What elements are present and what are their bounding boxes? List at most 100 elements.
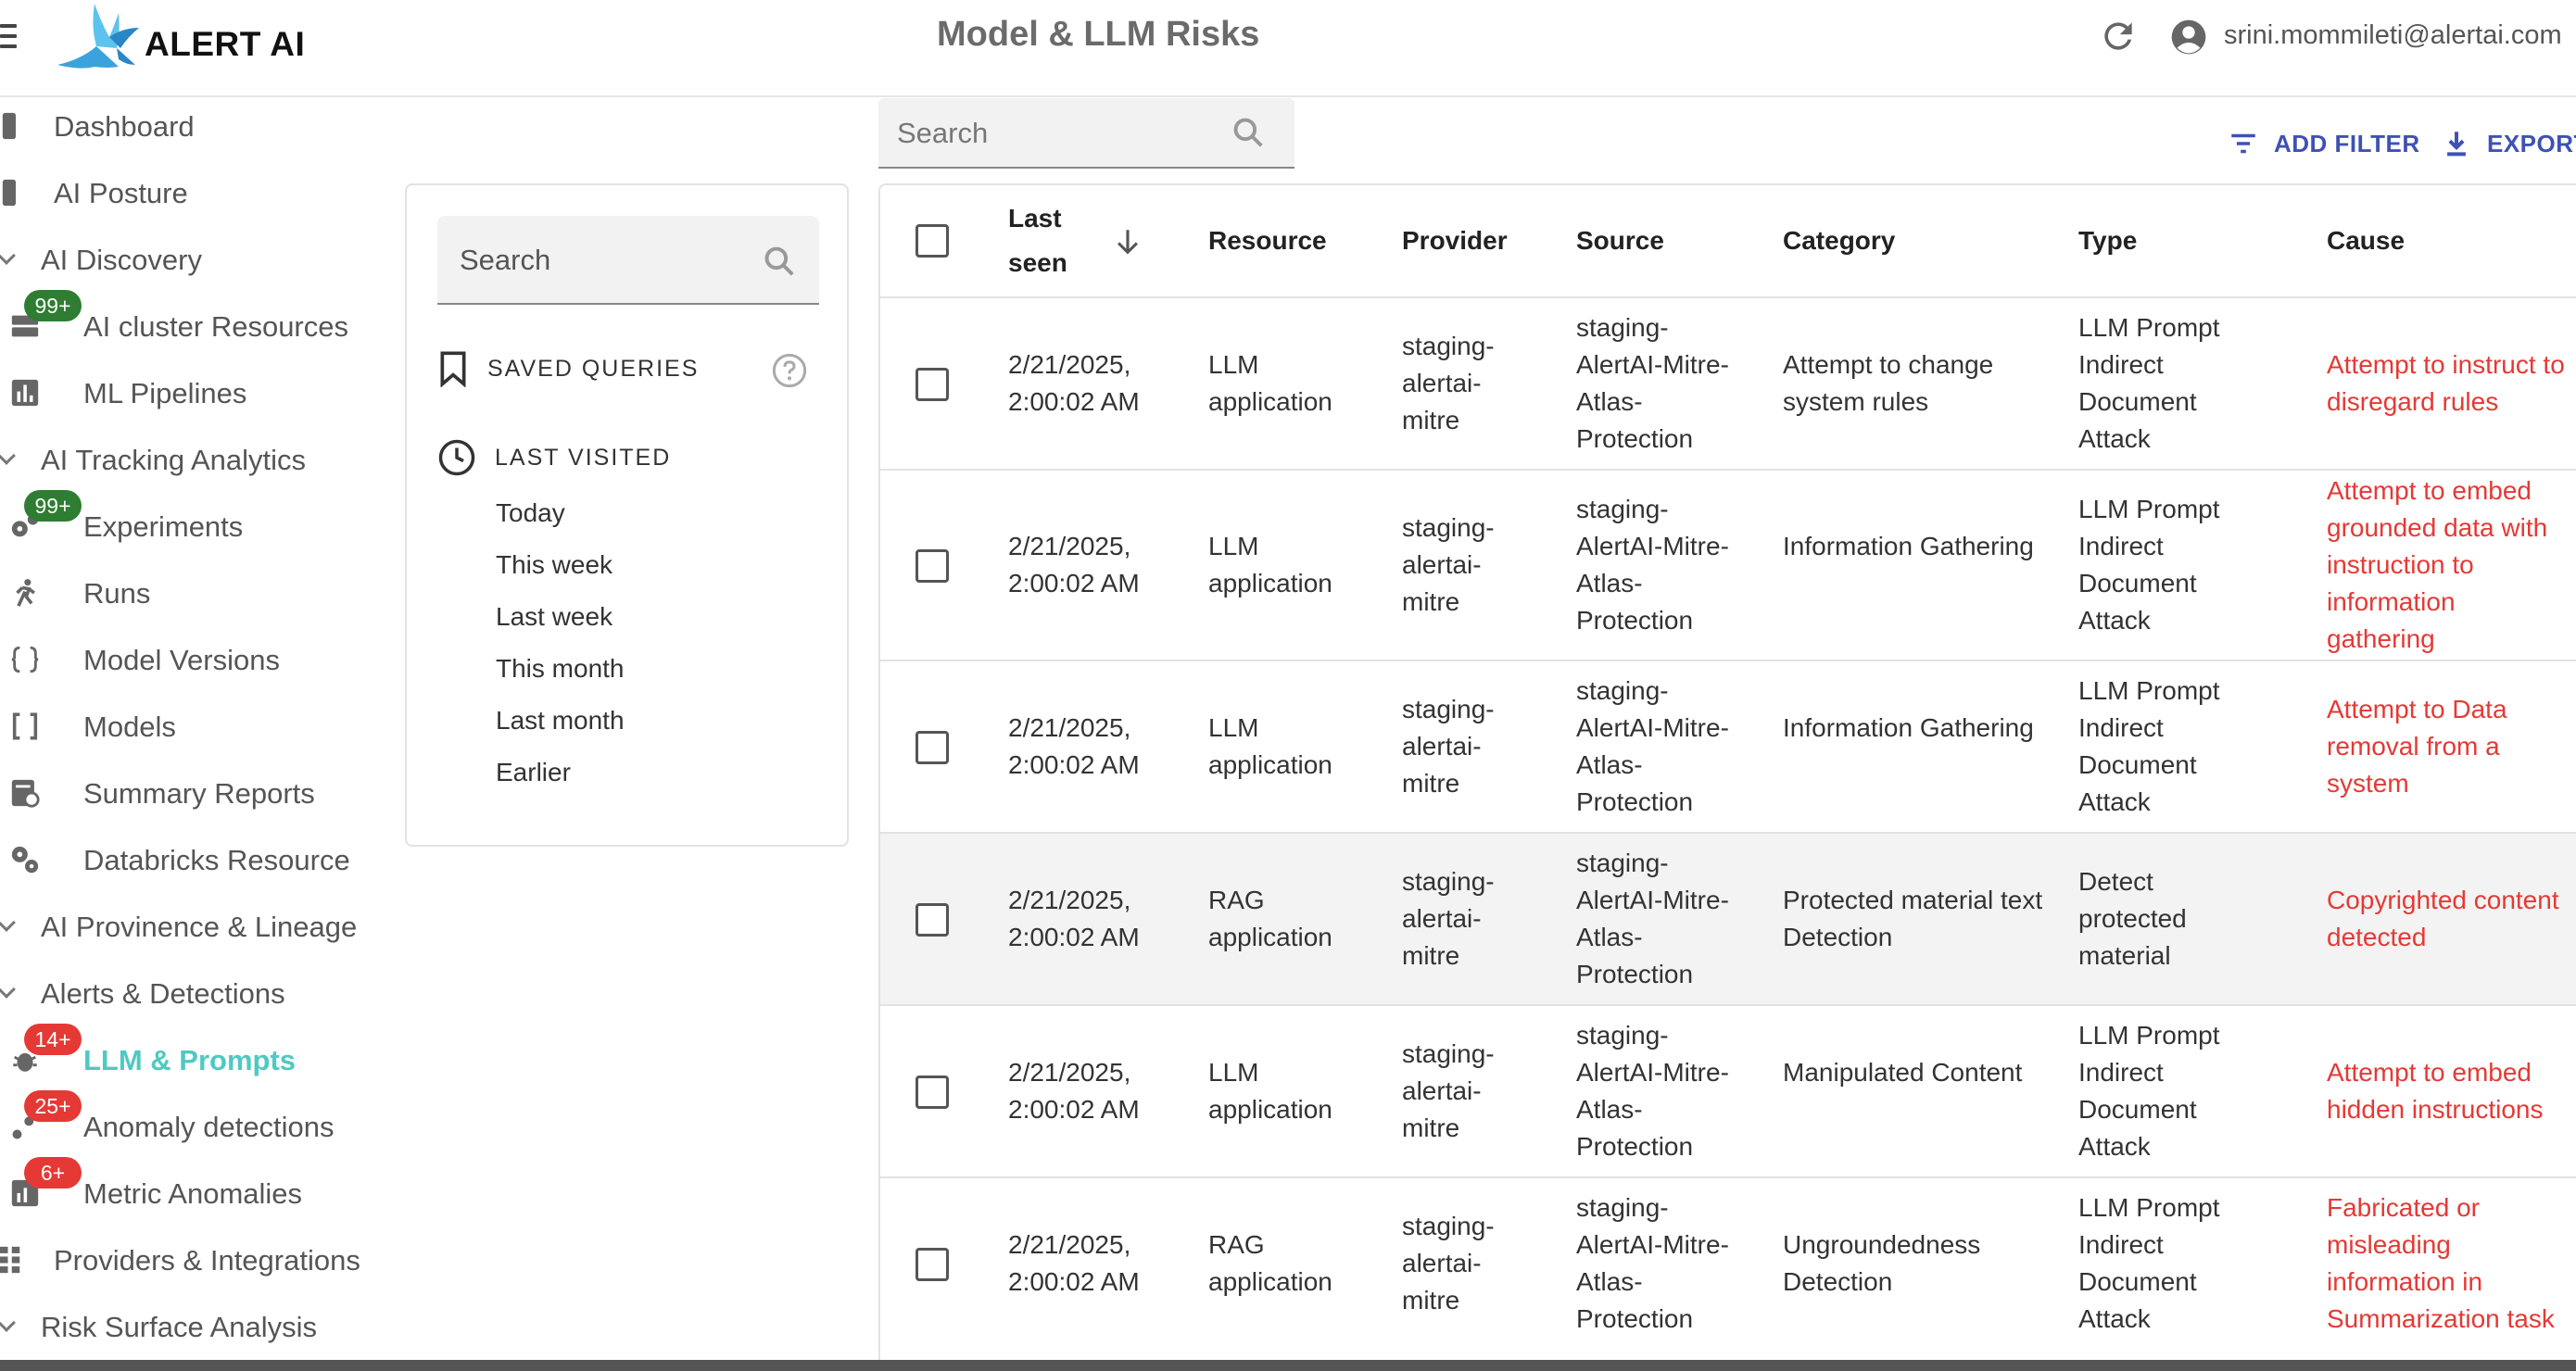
bookmark-icon — [440, 351, 466, 387]
posture-icon — [2, 179, 17, 207]
column-header-type[interactable]: Type — [2078, 219, 2301, 263]
arrow-down-icon[interactable] — [1112, 226, 1143, 258]
sidebar-item-label: LLM & Prompts — [83, 1044, 297, 1076]
notification-badge: 6+ — [24, 1157, 82, 1189]
page-title: Model & LLM Risks — [937, 15, 1260, 54]
row-checkbox[interactable] — [915, 903, 949, 937]
row-checkbox[interactable] — [915, 1075, 949, 1109]
period-last-month[interactable]: Last month — [496, 706, 625, 736]
table-row[interactable]: 2/21/2025, 2:00:02 AM LLM application st… — [880, 661, 2576, 834]
sidebar-item-label: AI Discovery — [41, 244, 202, 276]
table-row[interactable]: 2/21/2025, 2:00:02 AM LLM application st… — [880, 298, 2576, 471]
select-all-checkbox[interactable] — [915, 224, 949, 258]
notification-badge: 14+ — [24, 1024, 82, 1055]
chevron-down-icon — [0, 447, 16, 465]
period-today[interactable]: Today — [496, 498, 565, 528]
cell-source: staging-AlertAI-Mitre-Atlas-Protection — [1576, 313, 1729, 453]
table-row[interactable]: 2/21/2025, 2:00:02 AM LLM application st… — [880, 471, 2576, 661]
cell-last-seen: 2/21/2025, 2:00:02 AM — [1008, 532, 1140, 597]
chevron-down-icon — [0, 913, 16, 932]
cell-cause: Attempt to Data removal from a system — [2327, 695, 2507, 798]
period-this-month[interactable]: This month — [496, 654, 625, 684]
column-header-source[interactable]: Source — [1576, 219, 1762, 263]
notification-badge: 99+ — [24, 290, 82, 321]
cell-cause: Attempt to embed grounded data with inst… — [2327, 476, 2548, 653]
logo[interactable]: ALERT AI — [54, 0, 305, 74]
chevron-down-icon — [0, 1314, 16, 1332]
chevron-down-icon — [0, 246, 16, 265]
last-visited-label: LAST VISITED — [495, 444, 672, 471]
notification-badge: 99+ — [24, 490, 82, 522]
logo-text: ALERT AI — [145, 25, 306, 63]
cell-last-seen: 2/21/2025, 2:00:02 AM — [1008, 886, 1140, 951]
column-header-last-seen[interactable]: Last seen — [1008, 196, 1119, 285]
cell-last-seen: 2/21/2025, 2:00:02 AM — [1008, 1230, 1140, 1296]
cell-last-seen: 2/21/2025, 2:00:02 AM — [1008, 713, 1140, 779]
cell-category: Information Gathering — [1783, 713, 2034, 742]
period-earlier[interactable]: Earlier — [496, 758, 571, 787]
saved-queries-header[interactable]: SAVED QUERIES — [437, 350, 699, 387]
cell-resource: LLM application — [1208, 713, 1332, 779]
row-checkbox[interactable] — [915, 1248, 949, 1281]
column-header-category[interactable]: Category — [1783, 219, 2052, 263]
cell-resource: RAG application — [1208, 886, 1332, 951]
row-checkbox[interactable] — [915, 549, 949, 583]
menu-icon[interactable] — [0, 24, 19, 50]
cell-source: staging-AlertAI-Mitre-Atlas-Protection — [1576, 495, 1729, 635]
period-this-week[interactable]: This week — [496, 550, 612, 580]
help-icon[interactable] — [771, 352, 808, 389]
export-button[interactable]: EXPORT — [2441, 128, 2576, 159]
window-bottom-edge — [0, 1360, 2576, 1371]
cell-type: Detect protected material — [2078, 867, 2187, 970]
dashboard-icon — [2, 112, 17, 140]
cell-cause: Attempt to instruct to disregard rules — [2327, 350, 2565, 416]
add-filter-label: ADD FILTER — [2274, 129, 2420, 157]
sidebar-item-label: AI Tracking Analytics — [41, 444, 307, 476]
cell-type: LLM Prompt Indirect Document Attack — [2078, 676, 2220, 816]
cell-provider: staging-alertai-mitre — [1402, 867, 1495, 970]
row-checkbox[interactable] — [915, 368, 949, 401]
bar-chart-icon — [11, 379, 39, 407]
filter-icon — [2231, 133, 2255, 154]
cell-resource: RAG application — [1208, 1230, 1332, 1296]
cell-category: Manipulated Content — [1783, 1058, 2023, 1087]
cell-category: Attempt to change system rules — [1783, 350, 1994, 416]
report-icon — [11, 779, 40, 808]
cell-resource: LLM application — [1208, 532, 1332, 597]
last-visited-header: LAST VISITED — [437, 438, 671, 477]
add-filter-button[interactable]: ADD FILTER — [2228, 128, 2420, 159]
cell-provider: staging-alertai-mitre — [1402, 1039, 1495, 1142]
table-header-row: Last seen Resource Provider Source Categ… — [880, 185, 2576, 298]
column-header-cause[interactable]: Cause — [2327, 219, 2576, 263]
row-checkbox[interactable] — [915, 731, 949, 764]
column-header-resource[interactable]: Resource — [1208, 219, 1375, 263]
cell-provider: staging-alertai-mitre — [1402, 1212, 1495, 1314]
cell-last-seen: 2/21/2025, 2:00:02 AM — [1008, 350, 1140, 416]
account-icon[interactable] — [2170, 19, 2207, 56]
search-placeholder: Search — [460, 244, 551, 276]
table-row[interactable]: 2/21/2025, 2:00:02 AM RAG application st… — [880, 1178, 2576, 1371]
sidebar-item-label: AI Provinence & Lineage — [41, 911, 358, 943]
sidebar-nav: Dashboard AI Posture AI Discovery 99+ AI… — [0, 97, 389, 1371]
sidebar-item-label: Alerts & Detections — [41, 977, 285, 1010]
sidebar-item-label: AI cluster Resources — [83, 310, 348, 343]
table-search-input[interactable]: Search — [878, 98, 1294, 169]
refresh-icon[interactable] — [2098, 16, 2139, 57]
sidebar-item-label: Model Versions — [83, 644, 280, 676]
search-icon — [1233, 118, 1263, 147]
cell-cause: Attempt to embed hidden instructions — [2327, 1058, 2544, 1124]
user-email[interactable]: srini.mommileti@alertai.com — [2224, 20, 2562, 51]
cell-cause: Fabricated or misleading information in … — [2327, 1193, 2555, 1333]
table-row[interactable]: 2/21/2025, 2:00:02 AM LLM application st… — [880, 1006, 2576, 1178]
cell-category: Protected material text Detection — [1783, 886, 2043, 951]
period-last-week[interactable]: Last week — [496, 602, 612, 632]
cell-category: Information Gathering — [1783, 532, 2034, 560]
search-icon — [764, 246, 794, 276]
panel-search-input[interactable]: Search — [437, 216, 819, 305]
table-row[interactable]: 2/21/2025, 2:00:02 AM RAG application st… — [880, 834, 2576, 1006]
cell-source: staging-AlertAI-Mitre-Atlas-Protection — [1576, 676, 1729, 816]
sidebar-item-label: Runs — [83, 577, 151, 610]
grid-icon — [0, 1246, 20, 1274]
sidebar-item-label: AI Posture — [54, 177, 188, 209]
column-header-provider[interactable]: Provider — [1402, 219, 1559, 263]
